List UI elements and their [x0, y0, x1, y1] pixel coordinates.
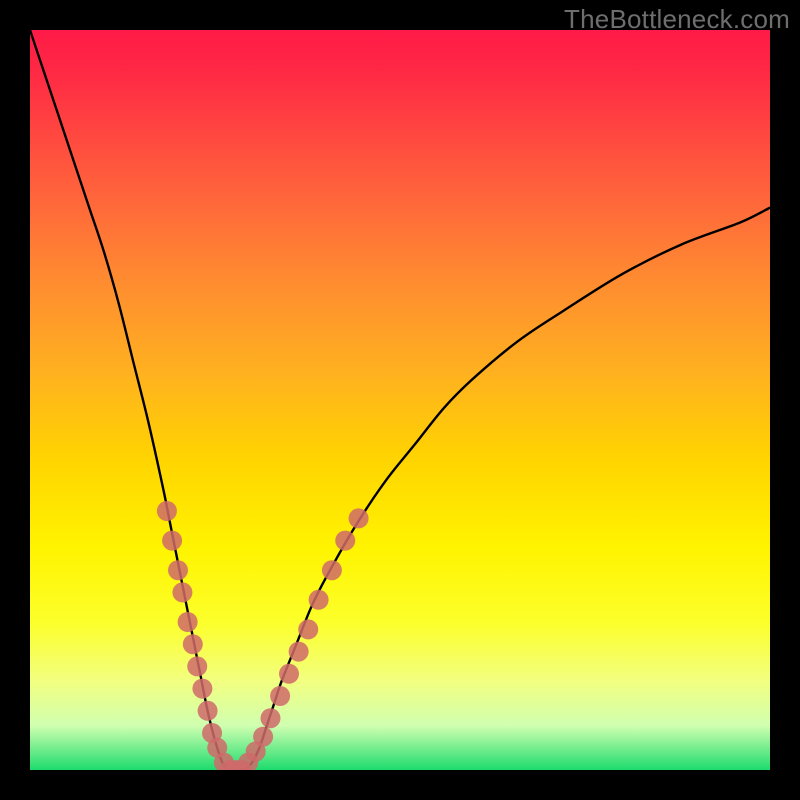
sample-marker — [162, 531, 182, 551]
chart-svg — [30, 30, 770, 770]
sample-marker — [183, 634, 203, 654]
sample-marker — [309, 590, 329, 610]
sample-marker — [261, 708, 281, 728]
bottleneck-curve — [30, 30, 770, 770]
sample-marker — [298, 619, 318, 639]
sample-marker — [253, 727, 273, 747]
sample-marker — [168, 560, 188, 580]
sample-marker — [178, 612, 198, 632]
sample-marker — [192, 679, 212, 699]
sample-markers — [157, 501, 369, 770]
sample-marker — [279, 664, 299, 684]
sample-marker — [157, 501, 177, 521]
sample-marker — [270, 686, 290, 706]
sample-marker — [349, 508, 369, 528]
sample-marker — [335, 531, 355, 551]
sample-marker — [187, 656, 207, 676]
chart-frame: TheBottleneck.com — [0, 0, 800, 800]
sample-marker — [198, 701, 218, 721]
sample-marker — [322, 560, 342, 580]
sample-marker — [172, 582, 192, 602]
plot-area — [30, 30, 770, 770]
sample-marker — [289, 642, 309, 662]
watermark-label: TheBottleneck.com — [564, 4, 790, 35]
